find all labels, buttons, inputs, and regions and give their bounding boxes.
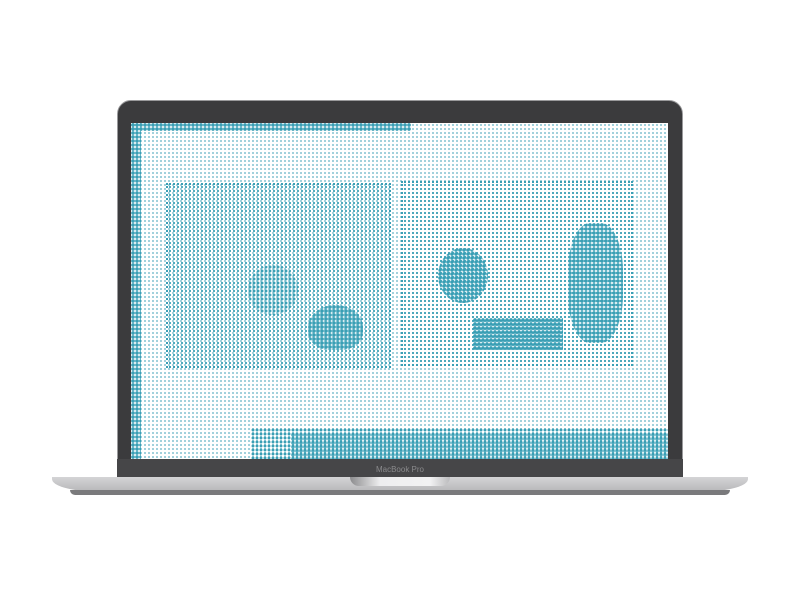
lid-opening-notch xyxy=(350,477,450,486)
halftone-left-edge xyxy=(131,123,141,459)
brand-label: MacBook Pro xyxy=(375,465,425,474)
left-panel-shape xyxy=(248,265,298,315)
right-panel-character xyxy=(568,223,623,343)
right-panel-lettering xyxy=(473,318,563,350)
left-image-panel xyxy=(166,183,391,368)
halftone-top-edge xyxy=(131,123,411,131)
left-panel-shape-dark xyxy=(308,305,363,350)
right-panel-shape xyxy=(438,248,488,303)
right-image-panel xyxy=(401,181,633,366)
halftone-bottom-band-dense xyxy=(291,433,668,459)
laptop-screen xyxy=(131,123,668,459)
laptop-base-edge xyxy=(70,490,730,495)
